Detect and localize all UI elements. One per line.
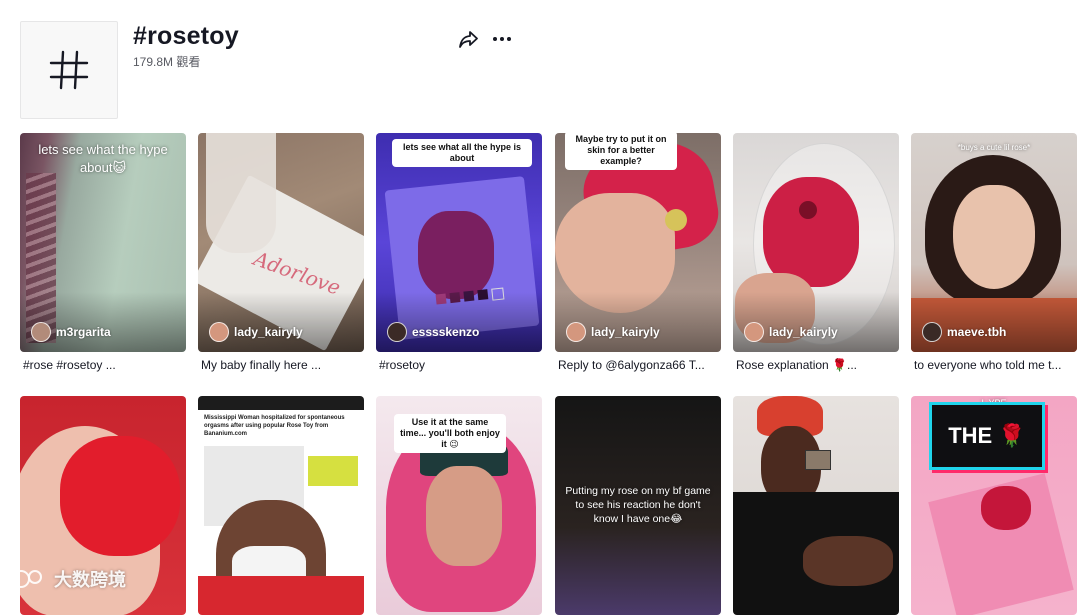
video-card[interactable]: *buys a cute lil rose* maeve.tbh to ever…	[911, 133, 1077, 372]
hashtag-avatar	[20, 21, 118, 119]
video-thumbnail[interactable]	[733, 396, 899, 615]
page-title: #rosetoy	[133, 22, 239, 50]
avatar	[209, 322, 229, 342]
video-card[interactable]: lets see what the hype about😺 m3rgarita …	[20, 133, 186, 372]
video-thumbnail[interactable]: Putting my rose on my bf game to see his…	[555, 396, 721, 615]
title-badge: THE 🌹	[929, 402, 1045, 470]
author-name: m3rgarita	[56, 325, 111, 339]
author-name: esssskenzo	[412, 325, 480, 339]
author-name: maeve.tbh	[947, 325, 1007, 339]
video-author[interactable]: m3rgarita	[31, 322, 111, 342]
video-overlay-bubble: Use it at the same time... you'll both e…	[394, 414, 506, 453]
watermark-logo-icon	[12, 570, 42, 588]
video-card[interactable]: Putting my rose on my bf game to see his…	[555, 396, 721, 615]
video-author[interactable]: lady_kairyly	[209, 322, 303, 342]
video-caption[interactable]: #rose #rosetoy ...	[20, 358, 185, 372]
video-author[interactable]: maeve.tbh	[922, 322, 1006, 342]
view-count: 179.8M 觀看	[133, 55, 201, 69]
video-thumbnail[interactable]: lets see what all the hype is about esss…	[376, 133, 542, 352]
share-icon[interactable]	[458, 29, 480, 49]
video-thumbnail[interactable]: Maybe try to put it on skin for a better…	[555, 133, 721, 352]
video-thumbnail[interactable]: Mississippi Woman hospitalized for spont…	[198, 396, 364, 615]
video-card[interactable]: Use it at the same time... you'll both e…	[376, 396, 542, 615]
avatar	[387, 322, 407, 342]
author-name: lady_kairyly	[234, 325, 303, 339]
video-caption[interactable]: Reply to @6alygonza66 T...	[555, 358, 720, 372]
video-overlay-text: *buys a cute lil rose*	[957, 143, 1031, 152]
video-thumbnail[interactable]: L YPE THE 🌹	[911, 396, 1077, 615]
avatar	[744, 322, 764, 342]
author-name: lady_kairyly	[591, 325, 660, 339]
video-overlay-text: lets see what the hype about😺	[38, 142, 168, 175]
avatar	[566, 322, 586, 342]
video-author[interactable]: esssskenzo	[387, 322, 479, 342]
video-card[interactable]: lets see what all the hype is about esss…	[376, 133, 542, 372]
video-overlay-bubble: Maybe try to put it on skin for a better…	[565, 133, 677, 170]
hashtag-icon	[49, 50, 89, 90]
video-caption[interactable]: #rosetoy	[376, 358, 541, 372]
video-thumbnail[interactable]: *buys a cute lil rose* maeve.tbh	[911, 133, 1077, 352]
watermark: 大数跨境	[10, 566, 126, 592]
video-card[interactable]: Maybe try to put it on skin for a better…	[555, 133, 721, 372]
avatar	[922, 322, 942, 342]
video-caption[interactable]: My baby finally here ...	[198, 358, 363, 372]
video-thumbnail[interactable]: Adorlove lady_kairyly	[198, 133, 364, 352]
video-thumbnail[interactable]: lets see what the hype about😺 m3rgarita	[20, 133, 186, 352]
video-card[interactable]: Adorlove lady_kairyly My baby finally he…	[198, 133, 364, 372]
article-headline: Mississippi Woman hospitalized for spont…	[204, 415, 345, 437]
video-card[interactable]: L YPE THE 🌹	[911, 396, 1077, 615]
video-caption[interactable]: Rose explanation 🌹...	[733, 358, 898, 372]
video-card[interactable]: lady_kairyly Rose explanation 🌹...	[733, 133, 899, 372]
video-overlay-bubble: lets see what all the hype is about	[392, 139, 532, 167]
video-card[interactable]: Mississippi Woman hospitalized for spont…	[198, 396, 364, 615]
video-author[interactable]: lady_kairyly	[566, 322, 660, 342]
video-card[interactable]	[733, 396, 899, 615]
author-name: lady_kairyly	[769, 325, 838, 339]
more-icon[interactable]	[490, 29, 514, 49]
video-overlay-text: Putting my rose on my bf game to see his…	[565, 485, 711, 525]
video-caption[interactable]: to everyone who told me t...	[911, 358, 1076, 372]
video-thumbnail[interactable]: lady_kairyly	[733, 133, 899, 352]
video-author[interactable]: lady_kairyly	[744, 322, 838, 342]
avatar	[31, 322, 51, 342]
video-thumbnail[interactable]: Use it at the same time... you'll both e…	[376, 396, 542, 615]
